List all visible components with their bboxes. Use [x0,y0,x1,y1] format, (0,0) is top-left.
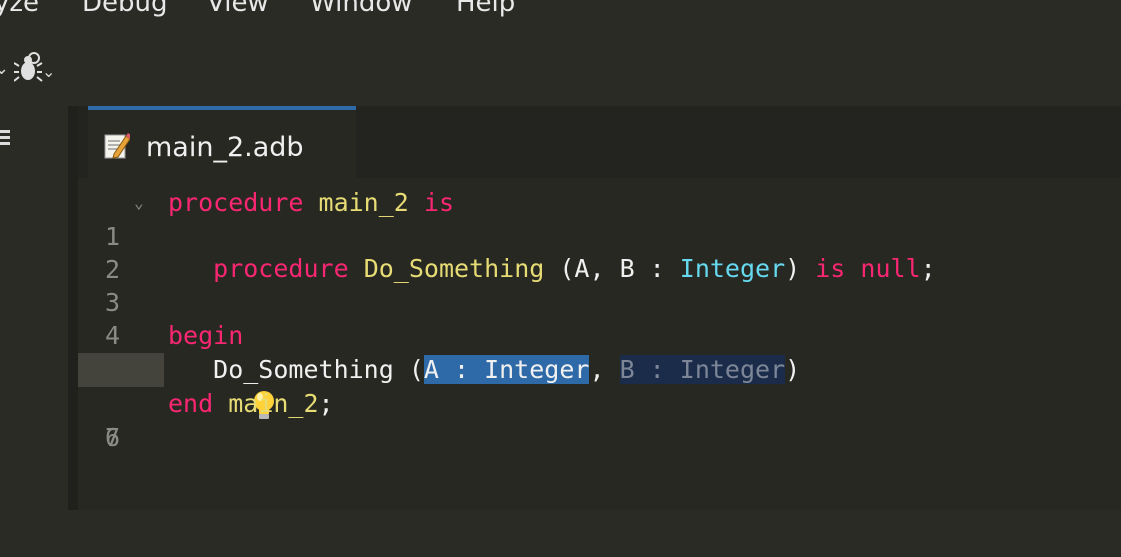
editor-tab-bar: main_2.adb [78,106,1121,178]
code-line[interactable]: 5 begin [78,319,1121,384]
code-line-current[interactable]: 6 Do_Something (A : Integer, B : Integer… [78,353,1121,452]
lightbulb-icon[interactable] [132,353,275,419]
line-text: procedure Do_Something (A, B : Integer) … [168,252,936,286]
code-token: is [815,254,846,283]
fold-chevron-icon[interactable]: ⌄ [134,186,144,220]
code-token: (A, B : [544,254,680,283]
code-line[interactable]: 2 [78,219,1121,284]
menu-bar: yze Debug View Window Help [0,0,1121,24]
edit-file-icon [104,132,131,160]
panel-splitter[interactable] [68,106,78,510]
tab-label: main_2.adb [146,132,304,163]
code-token: Do_Something [363,254,545,283]
menu-help[interactable]: Help [456,0,515,18]
code-token: ) [785,355,801,384]
hamburger-menu-icon[interactable] [0,130,10,148]
line-text: Do_Something (A : Integer, B : Integer) [168,353,800,387]
chevron-down-icon[interactable]: ⌄ [0,58,9,79]
code-token: is [423,188,455,217]
menu-analyze[interactable]: yze [0,0,39,18]
editor-tab-main-2-adb[interactable]: main_2.adb [88,106,356,178]
code-token: Do_Something ( [168,355,424,384]
code-line[interactable]: 4 [78,285,1121,350]
code-token: null [860,254,921,283]
toolbar: ⌄ ⌄ [0,40,1121,100]
code-token: Integer [679,254,786,283]
code-token: main_2 [318,188,409,217]
parameter-hint: B : Integer [619,355,786,384]
line-text: begin [168,319,243,353]
code-token: procedure [168,188,304,217]
parameter-hint: A : Integer [423,355,590,384]
menu-view[interactable]: View [207,0,269,18]
code-token: main_2 [228,389,319,418]
menu-window[interactable]: Window [310,0,413,18]
code-token: , [589,355,620,384]
code-line[interactable]: 1 ⌄ procedure main_2 is [78,186,1121,251]
code-token: end [168,389,214,418]
code-line[interactable]: 7 end main_2; [78,387,1121,452]
code-line[interactable]: 3 procedure Do_Something (A, B : Integer… [78,252,1121,317]
line-text: end main_2; [168,387,334,421]
side-panel [0,106,70,510]
code-token: ; [318,389,334,418]
chevron-down-icon[interactable]: ⌄ [42,62,55,81]
code-token: ; [920,254,936,283]
code-token: ) [785,254,816,283]
code-token: procedure [213,254,349,283]
line-text: procedure main_2 is [168,186,454,220]
code-token: begin [168,321,244,350]
menu-debug[interactable]: Debug [82,0,168,18]
line-number: 7 [104,423,120,452]
editor-pane: main_2.adb 1 ⌄ procedure main_2 is 2 3 p… [78,106,1121,510]
